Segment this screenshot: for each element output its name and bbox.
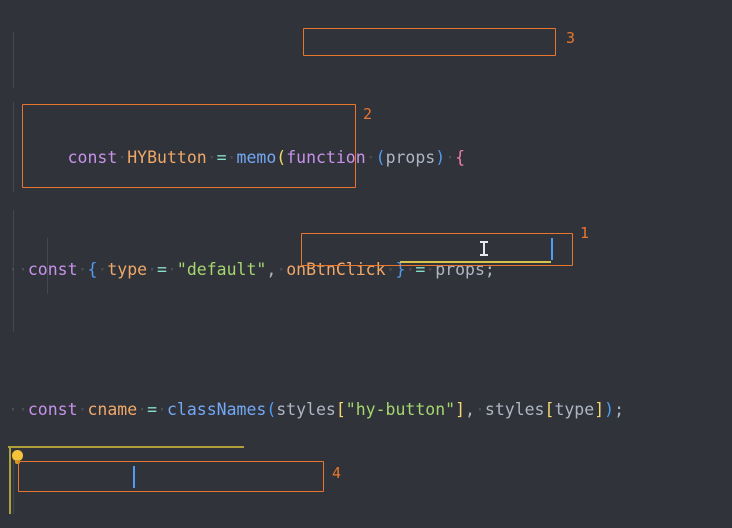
annotation-label-4: 4	[332, 464, 342, 482]
token-styles: styles	[276, 400, 336, 419]
token-bracket: [	[544, 400, 555, 419]
text-caret	[551, 238, 553, 260]
annotation-label-3: 3	[566, 29, 576, 47]
mouse-cursor-ibeam	[479, 240, 488, 257]
annotation-label-2: 2	[363, 105, 373, 123]
token-bracket: ]	[455, 400, 466, 419]
token-const: const	[27, 400, 78, 419]
token-hybutton-string: "hy-button"	[345, 400, 456, 419]
text-caret	[133, 466, 135, 488]
token-brace: {	[455, 148, 466, 167]
token-equals: =	[415, 260, 426, 279]
token-brace: {	[87, 260, 98, 279]
token-cname: cname	[87, 400, 138, 419]
token-equals: =	[157, 260, 167, 279]
token-default-string: "default"	[176, 260, 267, 279]
code-line[interactable]: constcname=classNames(styles["hy-button"…	[0, 396, 732, 424]
token-bracket: [	[335, 400, 346, 419]
token-paren: (	[276, 148, 287, 167]
token-type: type	[554, 400, 595, 419]
token-type: type	[107, 260, 148, 279]
annotation-label-1: 1	[580, 224, 590, 242]
inspection-underline	[8, 446, 244, 448]
token-const: const	[67, 148, 118, 167]
token-props: props	[435, 260, 485, 279]
token-props: props	[385, 148, 436, 167]
token-styles: styles	[484, 400, 545, 419]
selection-underline	[400, 261, 551, 263]
token-semicolon: ;	[484, 260, 495, 279]
token-hybutton: HYButton	[127, 148, 207, 167]
token-paren: (	[266, 400, 277, 419]
token-semicolon: ;	[614, 400, 624, 419]
code-content[interactable]: constHYButton=memo(function(props){ cons…	[0, 0, 732, 528]
token-classnames: classNames	[166, 400, 267, 419]
token-equals: =	[216, 148, 227, 167]
token-equals: =	[147, 400, 158, 419]
token-bracket: ]	[594, 400, 605, 419]
token-onbtnclick: onBtnClick	[286, 260, 386, 279]
token-function: function	[286, 148, 366, 167]
token-brace: }	[395, 260, 406, 279]
token-comma: ,	[465, 400, 475, 419]
token-paren: (	[375, 148, 386, 167]
code-line[interactable]: const { type = "default", onBtnClick} = props;	[0, 256, 732, 284]
token-comma: ,	[266, 260, 277, 279]
token-paren: )	[435, 148, 446, 167]
token-paren: )	[604, 400, 615, 419]
token-memo: memo	[236, 148, 277, 167]
lightbulb-icon[interactable]	[11, 450, 24, 465]
code-editor[interactable]: constHYButton=memo(function(props){ cons…	[0, 0, 732, 528]
token-const: const	[27, 260, 78, 279]
